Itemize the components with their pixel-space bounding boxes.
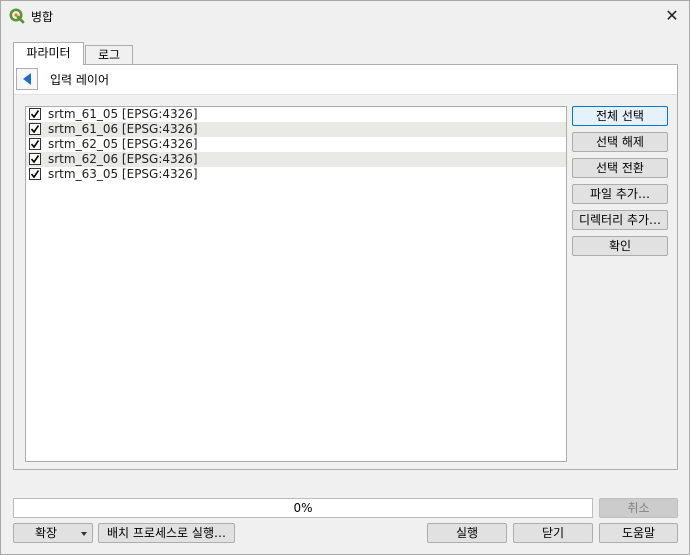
layer-label: srtm_61_05 [EPSG:4326] <box>48 107 198 121</box>
add-file-button[interactable]: 파일 추가… <box>572 184 668 204</box>
layer-checkbox[interactable] <box>29 138 41 150</box>
checkmark-icon <box>30 140 40 149</box>
list-item[interactable]: srtm_61_06 [EPSG:4326] <box>26 122 566 137</box>
help-button[interactable]: 도움말 <box>599 523 678 543</box>
tab-parameters[interactable]: 파라미터 <box>13 42 84 65</box>
layer-checkbox[interactable] <box>29 108 41 120</box>
checkmark-icon <box>30 125 40 134</box>
checkmark-icon <box>30 110 40 119</box>
run-button[interactable]: 실행 <box>427 523 507 543</box>
advanced-dropdown[interactable]: 확장 <box>13 523 93 543</box>
deselect-button[interactable]: 선택 해제 <box>572 132 668 152</box>
checkmark-icon <box>30 170 40 179</box>
window-title: 병합 <box>31 10 54 24</box>
select-all-button[interactable]: 전체 선택 <box>572 106 668 126</box>
layer-checkbox[interactable] <box>29 153 41 165</box>
back-button[interactable] <box>16 68 38 90</box>
panel-title: 입력 레이어 <box>50 73 110 87</box>
layer-label: srtm_63_05 [EPSG:4326] <box>48 167 198 181</box>
layer-checkbox[interactable] <box>29 123 41 135</box>
close-icon[interactable]: ✕ <box>661 5 683 27</box>
back-arrow-icon <box>23 73 31 85</box>
parameters-panel: 입력 레이어 srtm_61_05 [EPSG:4326] srtm_61_06… <box>13 64 678 470</box>
layer-label: srtm_61_06 [EPSG:4326] <box>48 122 198 136</box>
tab-log[interactable]: 로그 <box>85 45 133 65</box>
chevron-down-icon <box>81 532 87 536</box>
close-button[interactable]: 닫기 <box>513 523 593 543</box>
toggle-selection-button[interactable]: 선택 전환 <box>572 158 668 178</box>
layer-label: srtm_62_05 [EPSG:4326] <box>48 137 198 151</box>
checkmark-icon <box>30 155 40 164</box>
title-bar: 병합 ✕ <box>1 1 689 31</box>
progress-bar: 0% <box>13 498 593 518</box>
batch-process-button[interactable]: 배치 프로세스로 실행… <box>98 523 235 543</box>
layer-label: srtm_62_06 [EPSG:4326] <box>48 152 198 166</box>
panel-header: 입력 레이어 <box>14 65 677 95</box>
layer-checkbox[interactable] <box>29 168 41 180</box>
ok-button[interactable]: 확인 <box>572 236 668 256</box>
cancel-button[interactable]: 취소 <box>599 498 678 518</box>
add-directory-button[interactable]: 디렉터리 추가… <box>572 210 668 230</box>
list-item[interactable]: srtm_62_06 [EPSG:4326] <box>26 152 566 167</box>
list-item[interactable]: srtm_63_05 [EPSG:4326] <box>26 167 566 182</box>
advanced-label: 확장 <box>34 526 58 540</box>
layer-list[interactable]: srtm_61_05 [EPSG:4326] srtm_61_06 [EPSG:… <box>25 106 567 462</box>
merge-dialog: 병합 ✕ 파라미터 로그 입력 레이어 srtm_61_05 [EPSG:432… <box>0 0 690 555</box>
list-item[interactable]: srtm_62_05 [EPSG:4326] <box>26 137 566 152</box>
list-item[interactable]: srtm_61_05 [EPSG:4326] <box>26 107 566 122</box>
qgis-logo-icon <box>9 8 25 24</box>
